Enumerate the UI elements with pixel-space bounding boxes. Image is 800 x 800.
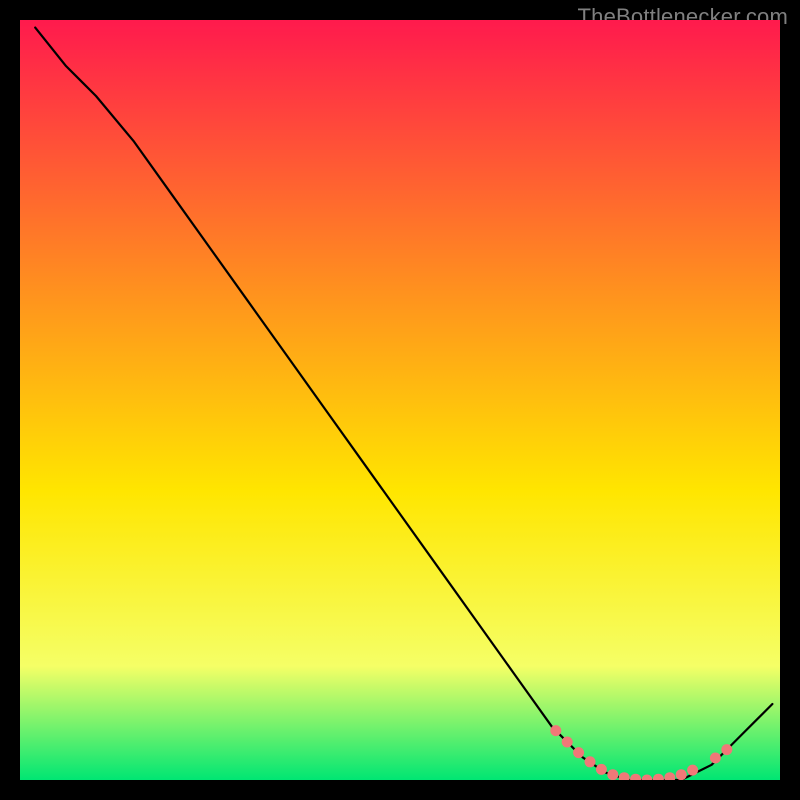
marker-dot <box>710 753 721 764</box>
chart-plot <box>20 20 780 780</box>
marker-dot <box>721 744 732 755</box>
marker-dot <box>585 756 596 767</box>
marker-dot <box>596 764 607 775</box>
marker-dot <box>676 769 687 780</box>
marker-dot <box>550 725 561 736</box>
marker-dot <box>573 747 584 758</box>
marker-dot <box>607 769 618 780</box>
chart-frame: TheBottlenecker.com <box>0 0 800 800</box>
gradient-background <box>20 20 780 780</box>
marker-dot <box>687 765 698 776</box>
marker-dot <box>562 737 573 748</box>
